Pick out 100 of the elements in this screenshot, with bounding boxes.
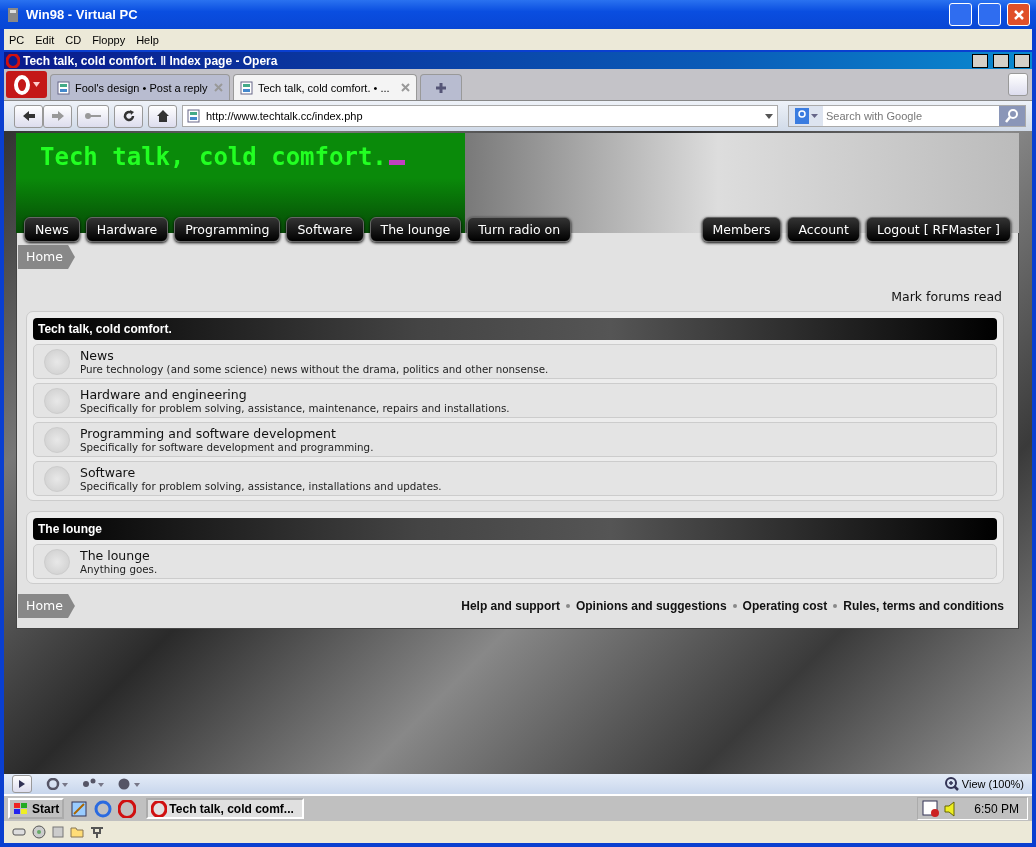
site-title: Tech talk, cold comfort. <box>40 143 387 171</box>
search-field[interactable]: Search with Google <box>788 105 1026 127</box>
nav-tab[interactable]: Hardware <box>85 217 169 242</box>
address-field[interactable]: http://www.techtalk.cc/index.php <box>182 105 778 127</box>
zoom-in-icon <box>944 777 959 791</box>
breadcrumb-link[interactable]: Home <box>18 245 75 269</box>
opera-logo-icon <box>13 74 31 95</box>
drive-icon <box>12 827 26 837</box>
disc-icon <box>32 825 46 839</box>
forum-description: Pure technology (and some science) news without the drama, politics and other nonsense. <box>80 363 549 375</box>
key-icon <box>84 111 102 121</box>
nav-tab[interactable]: Turn radio on <box>467 217 572 242</box>
forum-name[interactable]: Software <box>80 465 442 480</box>
key-button[interactable] <box>77 104 109 128</box>
nav-tab[interactable]: The lounge <box>369 217 462 242</box>
forum-status-icon <box>44 387 70 414</box>
windows-logo-icon <box>13 801 29 816</box>
forum-description: Specifically for problem solving, assistance, maintenance, repairs and installations. <box>80 402 510 414</box>
footer-link[interactable]: Rules, terms and conditions <box>843 599 1004 613</box>
search-icon <box>1005 109 1019 123</box>
forum-name[interactable]: Programming and software development <box>80 426 374 441</box>
nav-tab[interactable]: Software <box>286 217 364 242</box>
new-tab-button[interactable] <box>420 74 462 100</box>
panel-toggle-button[interactable] <box>12 775 32 793</box>
forward-arrow-icon <box>50 109 65 123</box>
opera-menu-button[interactable] <box>6 71 47 98</box>
reload-icon <box>121 109 136 123</box>
nav-tab[interactable]: Account <box>787 217 860 242</box>
menu-item[interactable]: PC <box>9 33 25 46</box>
opera-logo-icon <box>6 53 20 68</box>
dropdown-icon <box>810 114 818 118</box>
back-arrow-icon <box>21 109 36 123</box>
minimize-button[interactable] <box>972 53 988 68</box>
search-engine-icon <box>794 108 809 124</box>
forum-status-icon <box>44 426 70 453</box>
page-icon <box>187 109 200 123</box>
start-button[interactable]: Start <box>8 798 65 819</box>
trash-button[interactable] <box>1008 73 1028 96</box>
separator-dot <box>565 604 570 608</box>
close-icon <box>1012 8 1025 21</box>
forum-name[interactable]: News <box>80 348 549 363</box>
play-icon <box>19 780 25 788</box>
mark-read-link[interactable]: Mark forums read <box>891 289 1002 304</box>
notepad-icon[interactable] <box>70 799 89 818</box>
taskbar-button[interactable]: Tech talk, cold comf... <box>146 798 305 819</box>
page-icon <box>240 80 253 95</box>
nav-tab[interactable]: News <box>24 217 80 242</box>
browser-title: Tech talk, cold comfort. ‖ Index page - Opera <box>23 53 279 68</box>
menu-item[interactable]: Edit <box>35 33 55 46</box>
computer-icon <box>6 6 20 23</box>
forum-status-icon <box>44 548 70 575</box>
forum-row[interactable]: News Pure technology (and some science) news without the drama, politics and other nonsense. <box>33 344 997 379</box>
footer-link[interactable]: Operating cost <box>742 599 828 613</box>
footer-link[interactable]: Opinions and suggestions <box>575 599 727 613</box>
forum-row[interactable]: Hardware and engineering Specifically for problem solving, assistance, maintenance, repairs and installations. <box>33 383 997 418</box>
forum-description: Specifically for software development and programming. <box>80 441 374 453</box>
close-button[interactable] <box>1014 53 1030 68</box>
dropdown-icon <box>765 113 773 119</box>
home-button[interactable] <box>148 104 177 128</box>
back-button[interactable] <box>14 104 43 128</box>
footer-link[interactable]: Help and support <box>461 599 560 613</box>
forum-row[interactable]: The lounge Anything goes. <box>33 544 997 579</box>
plus-icon <box>435 81 447 94</box>
forum-status-icon <box>44 465 70 492</box>
forum-row[interactable]: Software Specifically for problem solving, assistance, installations and updates. <box>33 461 997 496</box>
forum-status-icon <box>44 348 70 375</box>
category-header: Tech talk, cold comfort. <box>33 318 997 340</box>
forum-description: Specifically for problem solving, assistance, installations and updates. <box>80 480 442 492</box>
restore-button[interactable] <box>993 53 1009 68</box>
separator-dot <box>732 604 737 608</box>
caret-icon <box>33 82 40 87</box>
menu-item[interactable]: Help <box>136 33 159 46</box>
menu-item[interactable]: CD <box>65 33 82 46</box>
breadcrumb-link[interactable]: Home <box>18 594 75 618</box>
category-header: The lounge <box>33 518 997 540</box>
network-cable-icon <box>90 825 104 839</box>
close-icon <box>214 83 223 92</box>
nav-tab[interactable]: Members <box>701 217 782 242</box>
browser-tab[interactable]: Tech talk, cold comfort. • ... <box>233 74 417 100</box>
forum-row[interactable]: Programming and software development Specifically for software development and programming. <box>33 422 997 457</box>
floppy-icon <box>52 826 64 838</box>
menu-item[interactable]: Floppy <box>92 33 126 46</box>
text-cursor <box>388 160 405 165</box>
window-title: Win98 - Virtual PC <box>26 7 139 22</box>
opera-logo-icon <box>118 799 137 818</box>
reload-button[interactable] <box>114 104 143 128</box>
opera-logo-icon <box>151 800 168 817</box>
nav-tab[interactable]: Programming <box>174 217 281 242</box>
nav-tab[interactable]: Logout [ RFMaster ] <box>865 217 1011 242</box>
browser-tab[interactable]: Fool's design • Post a reply <box>50 74 230 100</box>
home-icon <box>155 109 170 123</box>
forum-description: Anything goes. <box>80 563 158 575</box>
clock: 6:50 PM <box>974 801 1019 816</box>
page-icon <box>57 80 70 95</box>
close-icon <box>401 83 410 92</box>
forum-name[interactable]: The lounge <box>80 548 158 563</box>
zoom-button[interactable]: View (100%) <box>944 777 1024 791</box>
forum-name[interactable]: Hardware and engineering <box>80 387 510 402</box>
maximize-button[interactable] <box>978 3 1001 26</box>
separator-dot <box>833 604 838 608</box>
